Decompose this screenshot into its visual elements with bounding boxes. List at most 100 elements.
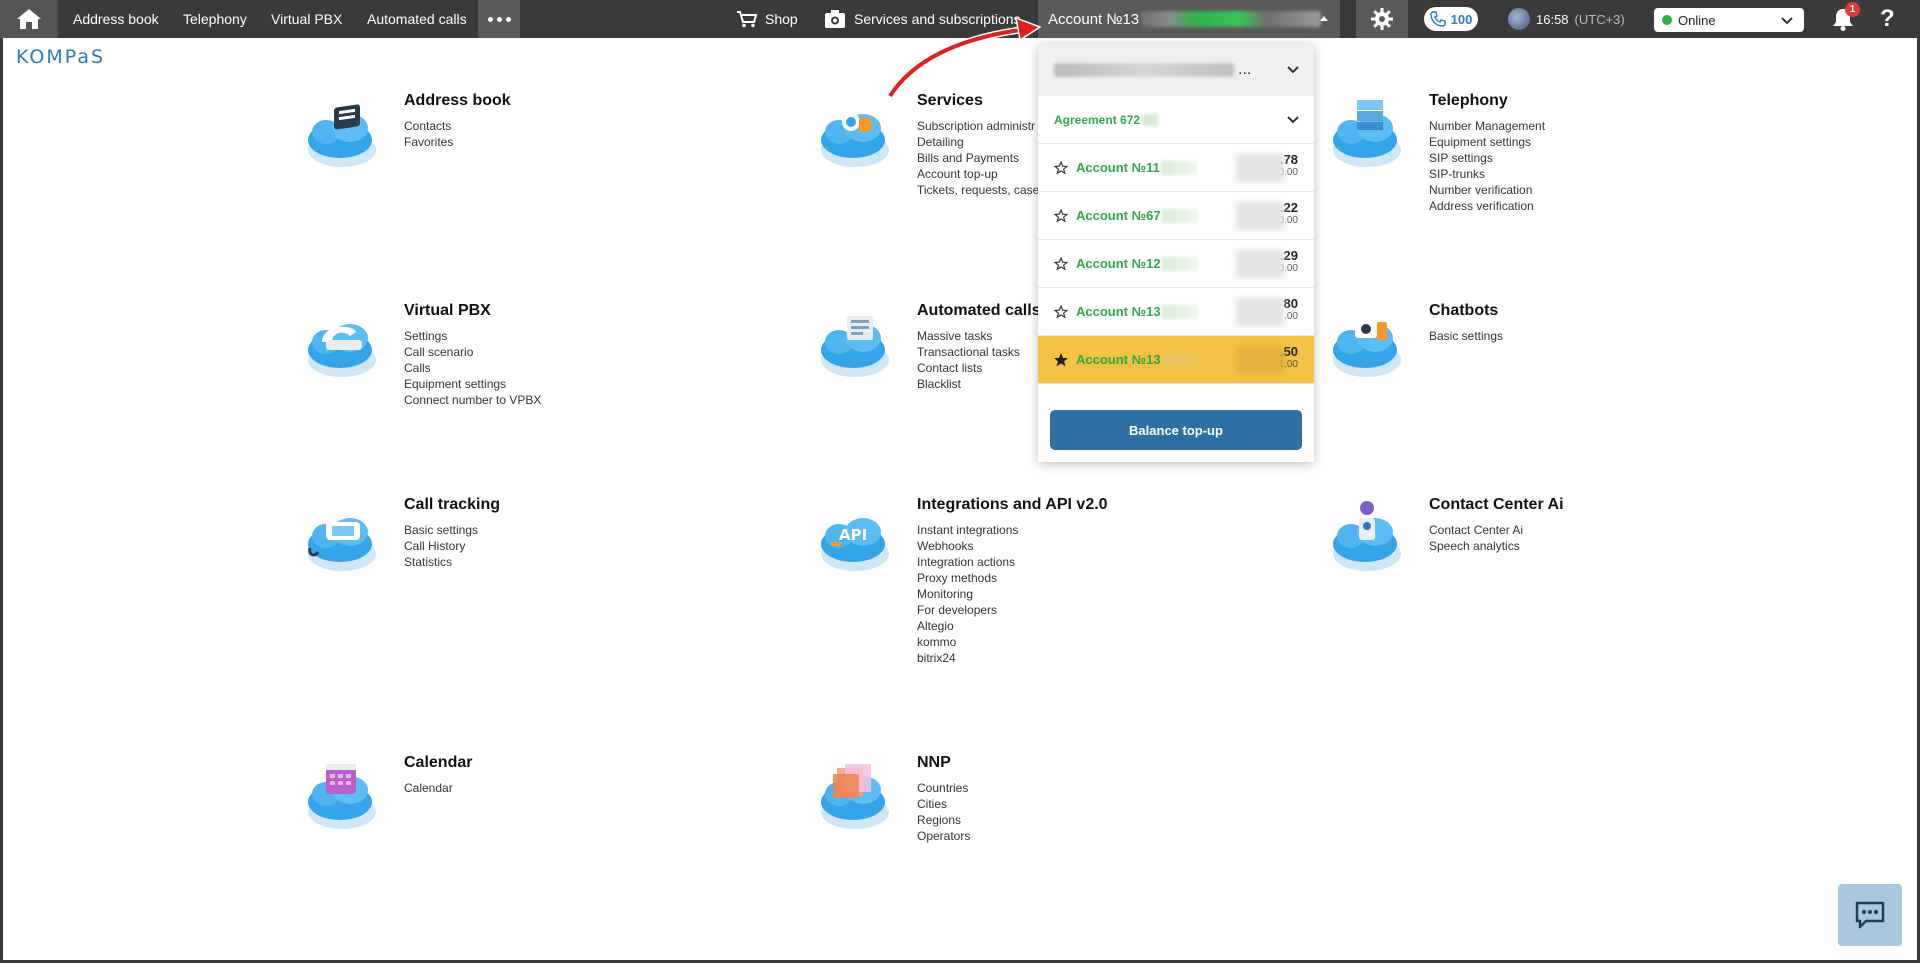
account-item-active[interactable]: Account №13 .50 1.00 <box>1038 336 1314 384</box>
module-link[interactable]: Equipment settings <box>404 376 541 392</box>
module-link[interactable]: Altegio <box>917 618 1018 634</box>
module-title[interactable]: Chatbots <box>1429 302 1498 320</box>
module-link[interactable]: Basic settings <box>1429 328 1503 344</box>
module-link[interactable]: Blacklist <box>917 376 1020 392</box>
agreement-selector[interactable]: Agreement 672 <box>1038 96 1314 144</box>
star-outline-icon[interactable] <box>1054 208 1068 223</box>
account-name: Account №13 <box>1076 352 1161 367</box>
module-link[interactable]: Subscription administr <box>917 118 1045 134</box>
module-link[interactable]: Cities <box>917 796 970 812</box>
notification-count-badge: 1 <box>1845 2 1860 17</box>
virtual-pbx-cloud-icon <box>308 324 376 377</box>
module-link[interactable]: Calls <box>404 360 541 376</box>
module-link[interactable]: Monitoring <box>917 586 1018 602</box>
module-title[interactable]: Call tracking <box>404 496 500 514</box>
balance-top-up-button[interactable]: Balance top-up <box>1050 410 1302 450</box>
home-button[interactable] <box>0 0 58 38</box>
kompas-logo[interactable]: KOMPaS <box>16 46 105 68</box>
module-title[interactable]: Telephony <box>1429 92 1508 110</box>
star-filled-icon[interactable] <box>1054 352 1068 367</box>
module-link[interactable]: Transactional tasks <box>917 344 1020 360</box>
module-link[interactable]: Number Management <box>1429 118 1545 134</box>
help-button[interactable]: ? <box>1880 0 1895 38</box>
module-link[interactable]: Bills and Payments <box>917 150 1045 166</box>
module-link[interactable]: Statistics <box>404 554 478 570</box>
module-title[interactable]: Contact Center Ai <box>1429 496 1564 514</box>
module-link[interactable]: Address verification <box>1429 198 1545 214</box>
organization-selector[interactable]: ... <box>1038 44 1314 96</box>
module-title[interactable]: NNP <box>917 754 951 772</box>
module-link[interactable]: kommo <box>917 634 1018 650</box>
module-link[interactable]: Webhooks <box>917 538 1018 554</box>
module-link[interactable]: For developers <box>917 602 1018 618</box>
nav-telephony[interactable]: Telephony <box>183 0 247 38</box>
module-title[interactable]: Automated calls <box>917 302 1041 320</box>
address-book-cloud-icon <box>308 104 376 167</box>
module-link[interactable]: Basic settings <box>404 522 478 538</box>
support-chat-button[interactable] <box>1838 884 1902 946</box>
notifications-button[interactable]: 1 <box>1830 2 1860 32</box>
module-link[interactable]: Massive tasks <box>917 328 1020 344</box>
module-link[interactable]: Call History <box>404 538 478 554</box>
module-link[interactable]: Proxy methods <box>917 570 1018 586</box>
module-link[interactable]: Regions <box>917 812 970 828</box>
account-balance: 80.00 <box>1236 296 1298 326</box>
masked-organization-name <box>1054 63 1234 77</box>
nav-automated-calls[interactable]: Automated calls <box>367 0 467 38</box>
nav-address-book[interactable]: Address book <box>73 0 159 38</box>
module-link[interactable]: Detailing <box>917 134 1045 150</box>
timezone: (UTC+3) <box>1574 11 1625 27</box>
module-link[interactable]: Number verification <box>1429 182 1545 198</box>
settings-button[interactable] <box>1356 0 1408 38</box>
chevron-down-icon <box>1287 115 1299 123</box>
module-title[interactable]: Address book <box>404 92 511 110</box>
module-link[interactable]: Instant integrations <box>917 522 1018 538</box>
module-link[interactable]: SIP settings <box>1429 150 1545 166</box>
account-item[interactable]: Account №67 .22 0.00 <box>1038 192 1314 240</box>
credit-value: .00 <box>1284 311 1298 322</box>
module-title[interactable]: Calendar <box>404 754 472 772</box>
more-menu-button[interactable] <box>478 0 520 38</box>
module-link[interactable]: Contact lists <box>917 360 1020 376</box>
account-item[interactable]: Account №12 .29 0.00 <box>1038 240 1314 288</box>
nav-virtual-pbx[interactable]: Virtual PBX <box>271 0 342 38</box>
module-title[interactable]: Virtual PBX <box>404 302 491 320</box>
star-outline-icon[interactable] <box>1054 304 1068 319</box>
module-link[interactable]: Operators <box>917 828 970 844</box>
module-link[interactable]: Countries <box>917 780 970 796</box>
module-link[interactable]: SIP-trunks <box>1429 166 1545 182</box>
status-select[interactable]: Online <box>1654 8 1804 32</box>
contact-center-ai-cloud-icon <box>1333 501 1401 571</box>
module-link[interactable]: Speech analytics <box>1429 538 1523 554</box>
account-item[interactable]: Account №11 .78 0.00 <box>1038 144 1314 192</box>
module-integrations-api: API Integrations and API v2.0 Instant in… <box>817 496 1237 676</box>
star-outline-icon[interactable] <box>1054 256 1068 271</box>
account-balance: .29 0.00 <box>1236 248 1298 278</box>
star-outline-icon[interactable] <box>1054 160 1068 175</box>
module-link[interactable]: Call scenario <box>404 344 541 360</box>
module-link[interactable]: Favorites <box>404 134 453 150</box>
module-link[interactable]: Account top-up <box>917 166 1045 182</box>
balance-value: 80 <box>1283 296 1298 311</box>
account-balance: .78 0.00 <box>1236 152 1298 182</box>
account-selector[interactable]: Account №13 <box>1038 0 1340 38</box>
account-item[interactable]: Account №13 80.00 <box>1038 288 1314 336</box>
automated-calls-cloud-icon <box>821 316 889 377</box>
user-clock[interactable]: 16:58 (UTC+3) <box>1508 0 1625 38</box>
shop-link[interactable]: Shop <box>736 0 798 38</box>
module-link[interactable]: Integration actions <box>917 554 1018 570</box>
agreement-label: Agreement 672 <box>1054 112 1141 127</box>
module-link[interactable]: Tickets, requests, cases <box>917 182 1045 198</box>
module-link[interactable]: bitrix24 <box>917 650 1018 666</box>
module-link[interactable]: Equipment settings <box>1429 134 1545 150</box>
chevron-down-icon <box>1781 17 1793 25</box>
module-link[interactable]: Contacts <box>404 118 453 134</box>
chatbots-cloud-icon <box>1333 320 1401 377</box>
module-link[interactable]: Settings <box>404 328 541 344</box>
calls-count: 100 <box>1450 11 1473 27</box>
module-link[interactable]: Connect number to VPBX <box>404 392 541 408</box>
module-title[interactable]: Integrations and API v2.0 <box>917 496 1108 514</box>
active-calls-badge[interactable]: 100 <box>1424 7 1478 31</box>
module-link[interactable]: Contact Center Ai <box>1429 522 1523 538</box>
module-link[interactable]: Calendar <box>404 780 453 796</box>
